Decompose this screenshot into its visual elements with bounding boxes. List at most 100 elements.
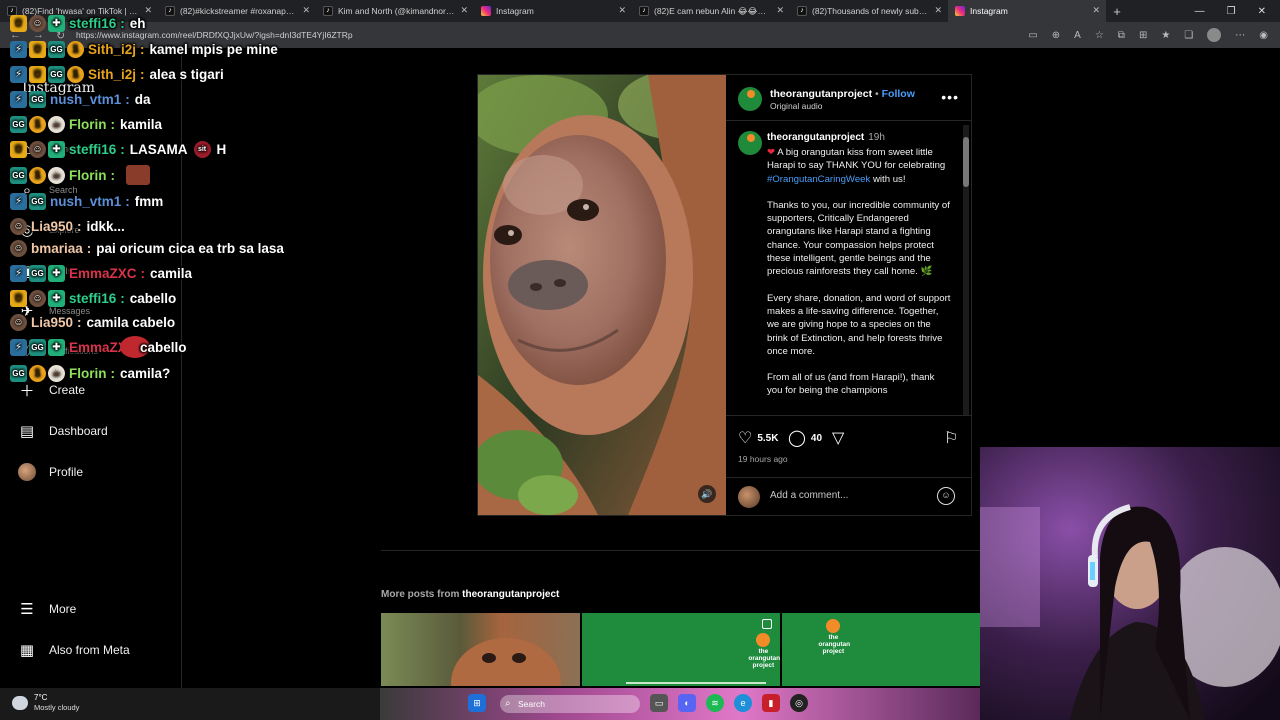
sidebar-item-profile[interactable]: Profile (18, 463, 83, 481)
split-screen-icon[interactable]: ⊞ (1139, 30, 1147, 41)
grid-post[interactable]: the orangutan project (581, 613, 781, 686)
chat-separator: : (140, 66, 145, 82)
chat-username[interactable]: EmmaZXC (69, 266, 137, 281)
new-tab-button[interactable]: + (1106, 4, 1128, 19)
follow-button[interactable]: Follow (882, 88, 915, 100)
app-icon[interactable]: ▮ (762, 694, 780, 712)
chat-username[interactable]: steffi16 (69, 291, 116, 306)
obs-icon[interactable]: ◎ (790, 694, 808, 712)
chat-username[interactable]: bmariaa (31, 241, 83, 256)
close-window-icon[interactable]: ✕ (1258, 6, 1266, 17)
emoji-icon[interactable]: ☺ (937, 487, 955, 505)
comment-button[interactable]: ◯ 40 (788, 428, 822, 448)
chat-username[interactable]: Florin (69, 366, 107, 381)
chat-username[interactable]: Florin (69, 168, 107, 183)
weather-widget[interactable]: 7°C Mostly cloudy (12, 693, 79, 713)
close-tab-icon[interactable]: ✕ (776, 5, 784, 16)
restore-icon[interactable]: ❐ (1227, 6, 1236, 17)
chat-username[interactable]: Sith_i2j (88, 42, 136, 57)
comment-input[interactable] (770, 490, 930, 501)
chat-message: ⚡ ♛ GG 1 Sith_i2j: kamel mpis pe mine (10, 38, 278, 60)
chat-separator: : (110, 365, 116, 381)
read-aloud-icon[interactable]: A (1074, 30, 1081, 41)
close-tab-icon[interactable]: ✕ (1092, 5, 1100, 16)
close-tab-icon[interactable]: ✕ (302, 5, 310, 16)
sidebar-toggle-icon[interactable]: ▭ (1028, 30, 1037, 41)
chat-username[interactable]: steffi16 (69, 16, 116, 31)
bolt-badge-icon: ⚡ (10, 192, 27, 210)
scroll-thumb[interactable] (963, 137, 969, 187)
chat-username[interactable]: steffi16 (69, 142, 116, 157)
taskbar-search[interactable]: Search (500, 695, 640, 713)
favorite-star-icon[interactable]: ☆ (1095, 30, 1104, 41)
sidebar-item-dashboard[interactable]: ▤ Dashboard (18, 422, 108, 440)
close-tab-icon[interactable]: ✕ (144, 5, 152, 16)
separator-dot: • (875, 88, 879, 100)
chat-username[interactable]: Lia950 (31, 315, 73, 330)
browser-tab[interactable]: ♪ Kim and North (@kimandnorth) | ✕ (316, 0, 474, 22)
close-tab-icon[interactable]: ✕ (618, 5, 626, 16)
tab-title: (82)Thousands of newly subpoen (812, 6, 930, 16)
webcam-overlay (980, 447, 1280, 720)
tab-title: Instagram (970, 6, 1008, 16)
close-tab-icon[interactable]: ✕ (460, 5, 468, 16)
mute-toggle-icon[interactable]: 🔊 (698, 485, 716, 503)
gg-badge-icon: GG (10, 115, 27, 133)
more-menu-icon[interactable]: ⋯ (1235, 30, 1245, 41)
chat-username[interactable]: Lia950 (31, 219, 73, 234)
browser-tab[interactable]: Instagram ✕ (474, 0, 632, 22)
save-button[interactable]: ⚐ (944, 428, 963, 448)
windows-start-icon[interactable]: ⊞ (468, 694, 486, 712)
chat-text: kamel mpis pe mine (149, 41, 278, 57)
sidebar-item-also-from-meta[interactable]: ▦ Also from Meta (18, 641, 130, 659)
zoom-icon[interactable]: ⊕ (1052, 30, 1060, 41)
caption-scrollbar[interactable] (963, 125, 969, 415)
browser-tab[interactable]: ♪ (82)#kickstreamer #roxanapopes ✕ (158, 0, 316, 22)
caption-paragraph: Thanks to you, our incredible community … (767, 199, 950, 278)
browser-tab[interactable]: Instagram ✕ (948, 0, 1106, 22)
like-button[interactable]: ♡ 5.5K (738, 428, 778, 448)
chat-message: GG 1 ☕ Florin: (10, 164, 150, 186)
coffee-badge-icon: ☕ (48, 364, 65, 382)
post-username[interactable]: theorangutanproject (770, 88, 872, 100)
share-button[interactable]: ▽ (832, 428, 849, 448)
hashtag-link[interactable]: #OrangutanCaringWeek (767, 174, 870, 185)
gift-badge-icon: ✚ (48, 14, 65, 32)
chat-username[interactable]: Sith_i2j (88, 67, 136, 82)
gg-badge-icon: GG (29, 264, 46, 282)
sidebar-item-more[interactable]: ☰ More (18, 600, 76, 618)
minimize-icon[interactable]: — (1195, 6, 1205, 17)
copilot-icon[interactable]: ◉ (1259, 30, 1268, 41)
extensions-icon[interactable]: ⧉ (1118, 30, 1125, 41)
edge-icon[interactable]: e (734, 694, 752, 712)
chat-username[interactable]: nush_vtm1 (50, 92, 121, 107)
chat-message: ⚡ GG nush_vtm1: fmm (10, 190, 163, 212)
more-options-icon[interactable]: ••• (941, 89, 959, 105)
caption-avatar[interactable] (738, 131, 762, 155)
grid-post[interactable]: the orangutan project (782, 613, 982, 686)
grid-post[interactable] (381, 613, 580, 686)
favorites-icon[interactable]: ★ (1161, 30, 1170, 41)
close-tab-icon[interactable]: ✕ (934, 5, 942, 16)
discord-icon[interactable]: ◐ (678, 694, 696, 712)
chat-username[interactable]: nush_vtm1 (50, 194, 121, 209)
browser-tab[interactable]: ♪ (82)Thousands of newly subpoen ✕ (790, 0, 948, 22)
collections-icon[interactable]: ❏ (1184, 30, 1193, 41)
bolt-badge-icon: ⚡ (10, 264, 27, 282)
gg-badge-icon: GG (29, 90, 46, 108)
reel-video[interactable]: 🔊 (478, 75, 726, 515)
chat-message: ♛ ☺ ✚ steffi16: eh (10, 12, 146, 34)
heart-emoji-icon: ❤ (767, 147, 776, 158)
more-posts-username[interactable]: theorangutanproject (462, 589, 559, 600)
audio-label[interactable]: Original audio (770, 101, 822, 111)
tiktok-icon: ♪ (323, 6, 333, 16)
caption-username[interactable]: theorangutanproject (767, 132, 864, 143)
tier-one-badge-icon: 1 (29, 166, 46, 184)
chat-separator: : (125, 91, 130, 107)
browser-tab[interactable]: ♪ (82)E cam nebun Alin 😂😂😂 # ✕ (632, 0, 790, 22)
account-avatar[interactable] (738, 87, 762, 111)
file-explorer-icon[interactable]: ▭ (650, 694, 668, 712)
spotify-icon[interactable]: ≋ (706, 694, 724, 712)
browser-profile-avatar[interactable] (1207, 28, 1222, 42)
chat-username[interactable]: Florin (69, 117, 107, 132)
